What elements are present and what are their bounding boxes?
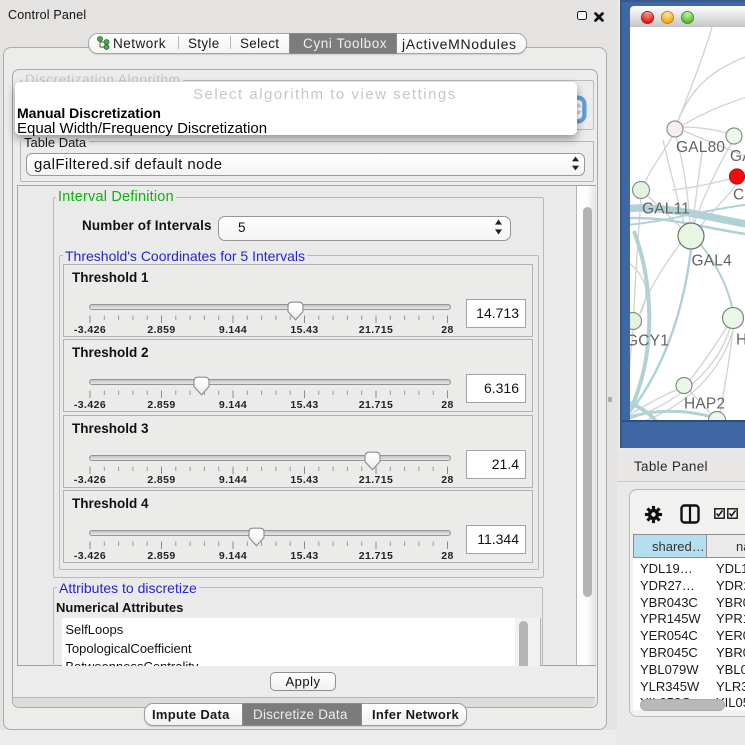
svg-text:GAL4: GAL4 — [692, 253, 733, 270]
svg-text:GA: GA — [730, 148, 745, 165]
svg-text:H: H — [736, 332, 745, 349]
svg-text:GAL80: GAL80 — [676, 139, 725, 156]
svg-text:GAL11: GAL11 — [642, 201, 690, 218]
svg-text:HAP2: HAP2 — [684, 396, 725, 413]
svg-text:C: C — [733, 187, 744, 204]
svg-text:GCY1: GCY1 — [630, 333, 669, 350]
